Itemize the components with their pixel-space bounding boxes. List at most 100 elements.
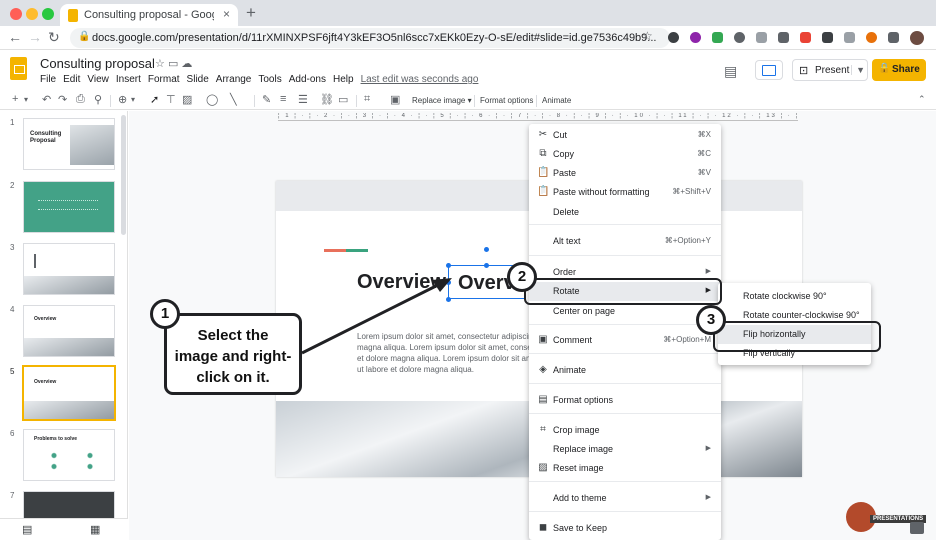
print-icon[interactable]: ⎙ xyxy=(76,93,85,106)
replace-image-button[interactable]: Replace image ▾ xyxy=(412,96,472,105)
extension-icon[interactable] xyxy=(668,32,679,43)
meet-present-button[interactable] xyxy=(755,60,783,80)
new-slide-dropdown-icon[interactable]: ▾ xyxy=(24,95,28,104)
zoom-dropdown-icon[interactable]: ▾ xyxy=(131,95,135,104)
filmstrip-view-icon[interactable]: ▤ xyxy=(22,523,32,536)
menu-item-comment[interactable]: ▣ Comment ⌘+Option+M xyxy=(529,331,721,350)
link-icon[interactable]: ⛓ xyxy=(320,93,334,106)
slides-logo-icon[interactable] xyxy=(10,57,27,80)
paint-format-icon[interactable]: ⚲ xyxy=(94,93,102,106)
profile-avatar[interactable] xyxy=(910,31,924,45)
menu-insert[interactable]: Insert xyxy=(116,74,141,85)
menu-format[interactable]: Format xyxy=(148,74,180,85)
slide-thumbnail-4[interactable]: Overview xyxy=(23,305,115,357)
menu-item-save-to-keep[interactable]: ◼ Save to Keep xyxy=(529,519,721,538)
animate-button[interactable]: Animate xyxy=(542,96,571,105)
forward-icon[interactable]: → xyxy=(28,29,42,45)
menu-help[interactable]: Help xyxy=(333,74,354,85)
menu-item-copy[interactable]: ⧉ Copy ⌘C xyxy=(529,145,721,164)
border-weight-icon[interactable]: ≡ xyxy=(280,93,286,105)
mask-image-icon[interactable]: ▣ xyxy=(390,93,400,106)
extension-icon[interactable] xyxy=(844,32,855,43)
menu-item-paste[interactable]: 📋 Paste ⌘V xyxy=(529,164,721,183)
slide-thumbnail-2[interactable] xyxy=(23,181,115,233)
slide-thumbnail-6[interactable]: Problems to solve xyxy=(23,429,115,481)
menu-arrange[interactable]: Arrange xyxy=(216,74,252,85)
menu-addons[interactable]: Add-ons xyxy=(289,74,326,85)
cloud-status-icon[interactable]: ☁ xyxy=(181,58,192,70)
extension-icon[interactable] xyxy=(822,32,833,43)
menu-item-cut[interactable]: ✂ Cut ⌘X xyxy=(529,126,721,145)
present-button[interactable]: ⊡ Present ▼ xyxy=(792,59,868,81)
grid-view-icon[interactable]: ▦ xyxy=(90,523,100,536)
rotate-handle[interactable] xyxy=(484,247,489,252)
new-tab-button[interactable]: + xyxy=(246,3,256,23)
menu-item-animate[interactable]: ◈ Animate xyxy=(529,361,721,380)
share-button[interactable]: 🔒 Share xyxy=(872,59,926,81)
comment-history-icon[interactable]: ▤ xyxy=(724,63,737,80)
submenu-item-rotate-clockwise[interactable]: Rotate clockwise 90° xyxy=(718,287,871,306)
close-tab-icon[interactable]: × xyxy=(223,7,230,21)
star-icon[interactable]: ☆ xyxy=(155,58,165,70)
extension-icon[interactable] xyxy=(690,32,701,43)
last-edit-link[interactable]: Last edit was seconds ago xyxy=(361,74,479,85)
maximize-window-button[interactable] xyxy=(42,8,54,20)
bookmark-star-icon[interactable]: ☆ xyxy=(642,29,653,43)
document-title[interactable]: Consulting proposal xyxy=(40,56,155,71)
extension-icon[interactable] xyxy=(778,32,789,43)
comment-add-icon[interactable]: ▭ xyxy=(338,93,348,106)
collapse-toolbar-icon[interactable]: ⌃ xyxy=(918,94,926,105)
extension-icon[interactable] xyxy=(866,32,877,43)
filmstrip-scrollbar[interactable] xyxy=(121,115,126,235)
slide-thumbnail-3[interactable] xyxy=(23,243,115,295)
shape-icon[interactable]: ◯ xyxy=(206,93,218,106)
slide-thumbnail-1[interactable]: Consulting Proposal xyxy=(23,118,115,170)
back-icon[interactable]: ← xyxy=(8,29,22,45)
slide-thumbnail-7[interactable] xyxy=(23,491,115,521)
menu-item-crop-image[interactable]: ⌗ Crop image xyxy=(529,421,721,440)
line-icon[interactable]: ╲ xyxy=(230,93,237,106)
close-window-button[interactable] xyxy=(10,8,22,20)
slide-thumbnail-5[interactable]: Overview xyxy=(22,365,116,421)
url-field[interactable]: 🔒 docs.google.com/presentation/d/11rXMIN… xyxy=(70,28,670,48)
menu-item-delete[interactable]: Delete xyxy=(529,203,721,222)
reload-icon[interactable]: ↻ xyxy=(48,29,60,46)
format-options-button[interactable]: Format options xyxy=(480,96,533,105)
menu-item-alt-text[interactable]: Alt text ⌘+Option+Y xyxy=(529,232,721,251)
menu-item-replace-image[interactable]: Replace image ▶ xyxy=(529,440,721,459)
resize-handle[interactable] xyxy=(446,280,451,285)
menu-item-add-to-theme[interactable]: Add to theme ▶ xyxy=(529,489,721,508)
select-cursor-icon[interactable]: ➚ xyxy=(150,93,159,106)
crop-icon[interactable]: ⌗ xyxy=(364,93,370,106)
chevron-down-icon[interactable]: ▼ xyxy=(851,65,865,75)
border-dash-icon[interactable]: ☰ xyxy=(298,93,308,106)
undo-icon[interactable]: ↶ xyxy=(42,93,51,106)
minimize-window-button[interactable] xyxy=(26,8,38,20)
resize-handle[interactable] xyxy=(484,263,489,268)
resize-handle[interactable] xyxy=(446,297,451,302)
extension-icon[interactable] xyxy=(800,32,811,43)
new-slide-icon[interactable]: + xyxy=(12,93,18,105)
extension-icon[interactable] xyxy=(734,32,745,43)
menu-edit[interactable]: Edit xyxy=(63,74,80,85)
resize-handle[interactable] xyxy=(446,263,451,268)
extension-icon[interactable] xyxy=(756,32,767,43)
menu-item-reset-image[interactable]: ▨ Reset image xyxy=(529,459,721,478)
browser-tab[interactable]: Consulting proposal - Google S × xyxy=(60,4,238,26)
extension-icon[interactable] xyxy=(712,32,723,43)
redo-icon[interactable]: ↷ xyxy=(58,93,67,106)
explore-icon[interactable] xyxy=(910,522,924,534)
text-box-icon[interactable]: ⊤ xyxy=(166,93,176,106)
pen-icon[interactable]: ✎ xyxy=(262,93,271,106)
menu-item-format-options[interactable]: ▤ Format options xyxy=(529,391,721,410)
image-icon[interactable]: ▨ xyxy=(182,93,192,106)
extensions-puzzle-icon[interactable] xyxy=(888,32,899,43)
move-folder-icon[interactable]: ▭ xyxy=(168,58,178,70)
zoom-icon[interactable]: ⊕ xyxy=(118,93,127,106)
menu-item-paste-without-formatting[interactable]: 📋 Paste without formatting ⌘+Shift+V xyxy=(529,183,721,202)
menu-tools[interactable]: Tools xyxy=(258,74,281,85)
menu-slide[interactable]: Slide xyxy=(187,74,209,85)
menu-file[interactable]: File xyxy=(40,74,56,85)
menu-view[interactable]: View xyxy=(87,74,109,85)
slide-title[interactable]: Overview xyxy=(357,271,446,294)
